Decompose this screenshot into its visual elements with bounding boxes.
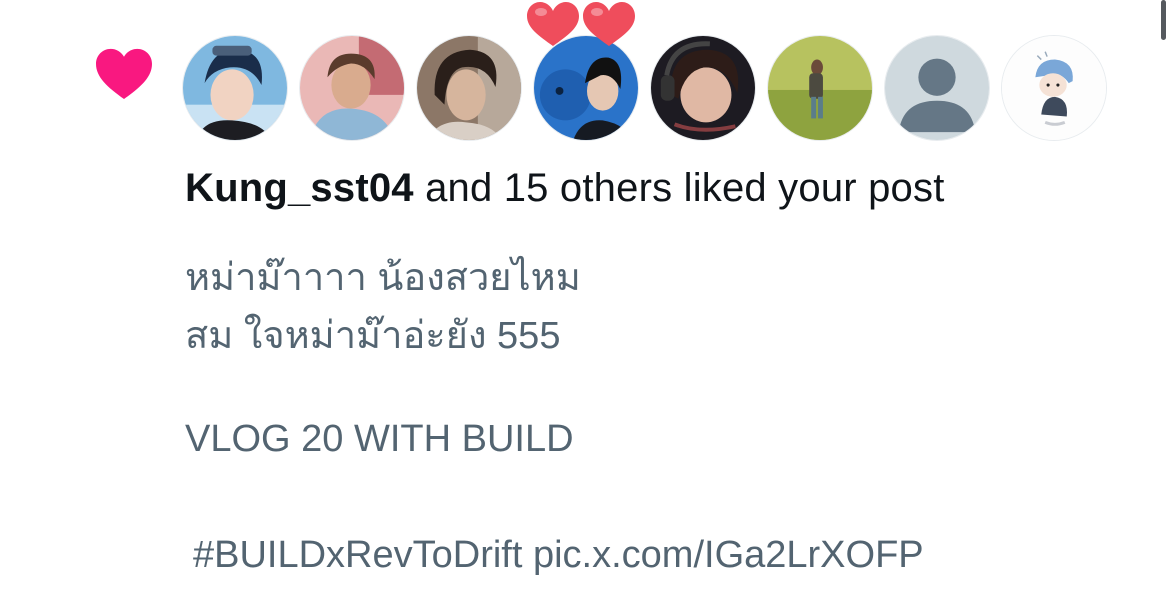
avatar[interactable] — [416, 35, 522, 141]
scrollbar[interactable] — [1161, 0, 1166, 40]
like-notification[interactable]: Kung_sst04 and 15 others liked your post… — [0, 0, 1170, 607]
liker-avatars — [182, 35, 1107, 141]
post-text-line: หม่าม๊าาาา น้องสวยไหม — [185, 257, 581, 299]
avatar[interactable] — [767, 35, 873, 141]
post-text-line: สม ใจหม่าม๊าอ่ะยัง 555 — [185, 315, 561, 357]
avatar[interactable] — [299, 35, 405, 141]
heart-sticker-icon — [527, 2, 635, 46]
notification-summary: Kung_sst04 and 15 others liked your post — [185, 166, 945, 211]
avatar[interactable] — [650, 35, 756, 141]
default-avatar-icon[interactable] — [884, 35, 990, 141]
liker-username-link[interactable]: Kung_sst04 — [185, 166, 414, 210]
post-text-line: VLOG 20 WITH BUILD — [185, 418, 574, 460]
heart-icon — [96, 48, 152, 99]
avatar[interactable] — [533, 35, 639, 141]
avatar[interactable] — [1001, 35, 1107, 141]
post-hashtag-link-line[interactable]: #BUILDxRevToDrift pic.x.com/IGa2LrXOFP — [193, 534, 924, 577]
avatar[interactable] — [182, 35, 288, 141]
summary-text: and 15 others liked your post — [413, 166, 945, 210]
